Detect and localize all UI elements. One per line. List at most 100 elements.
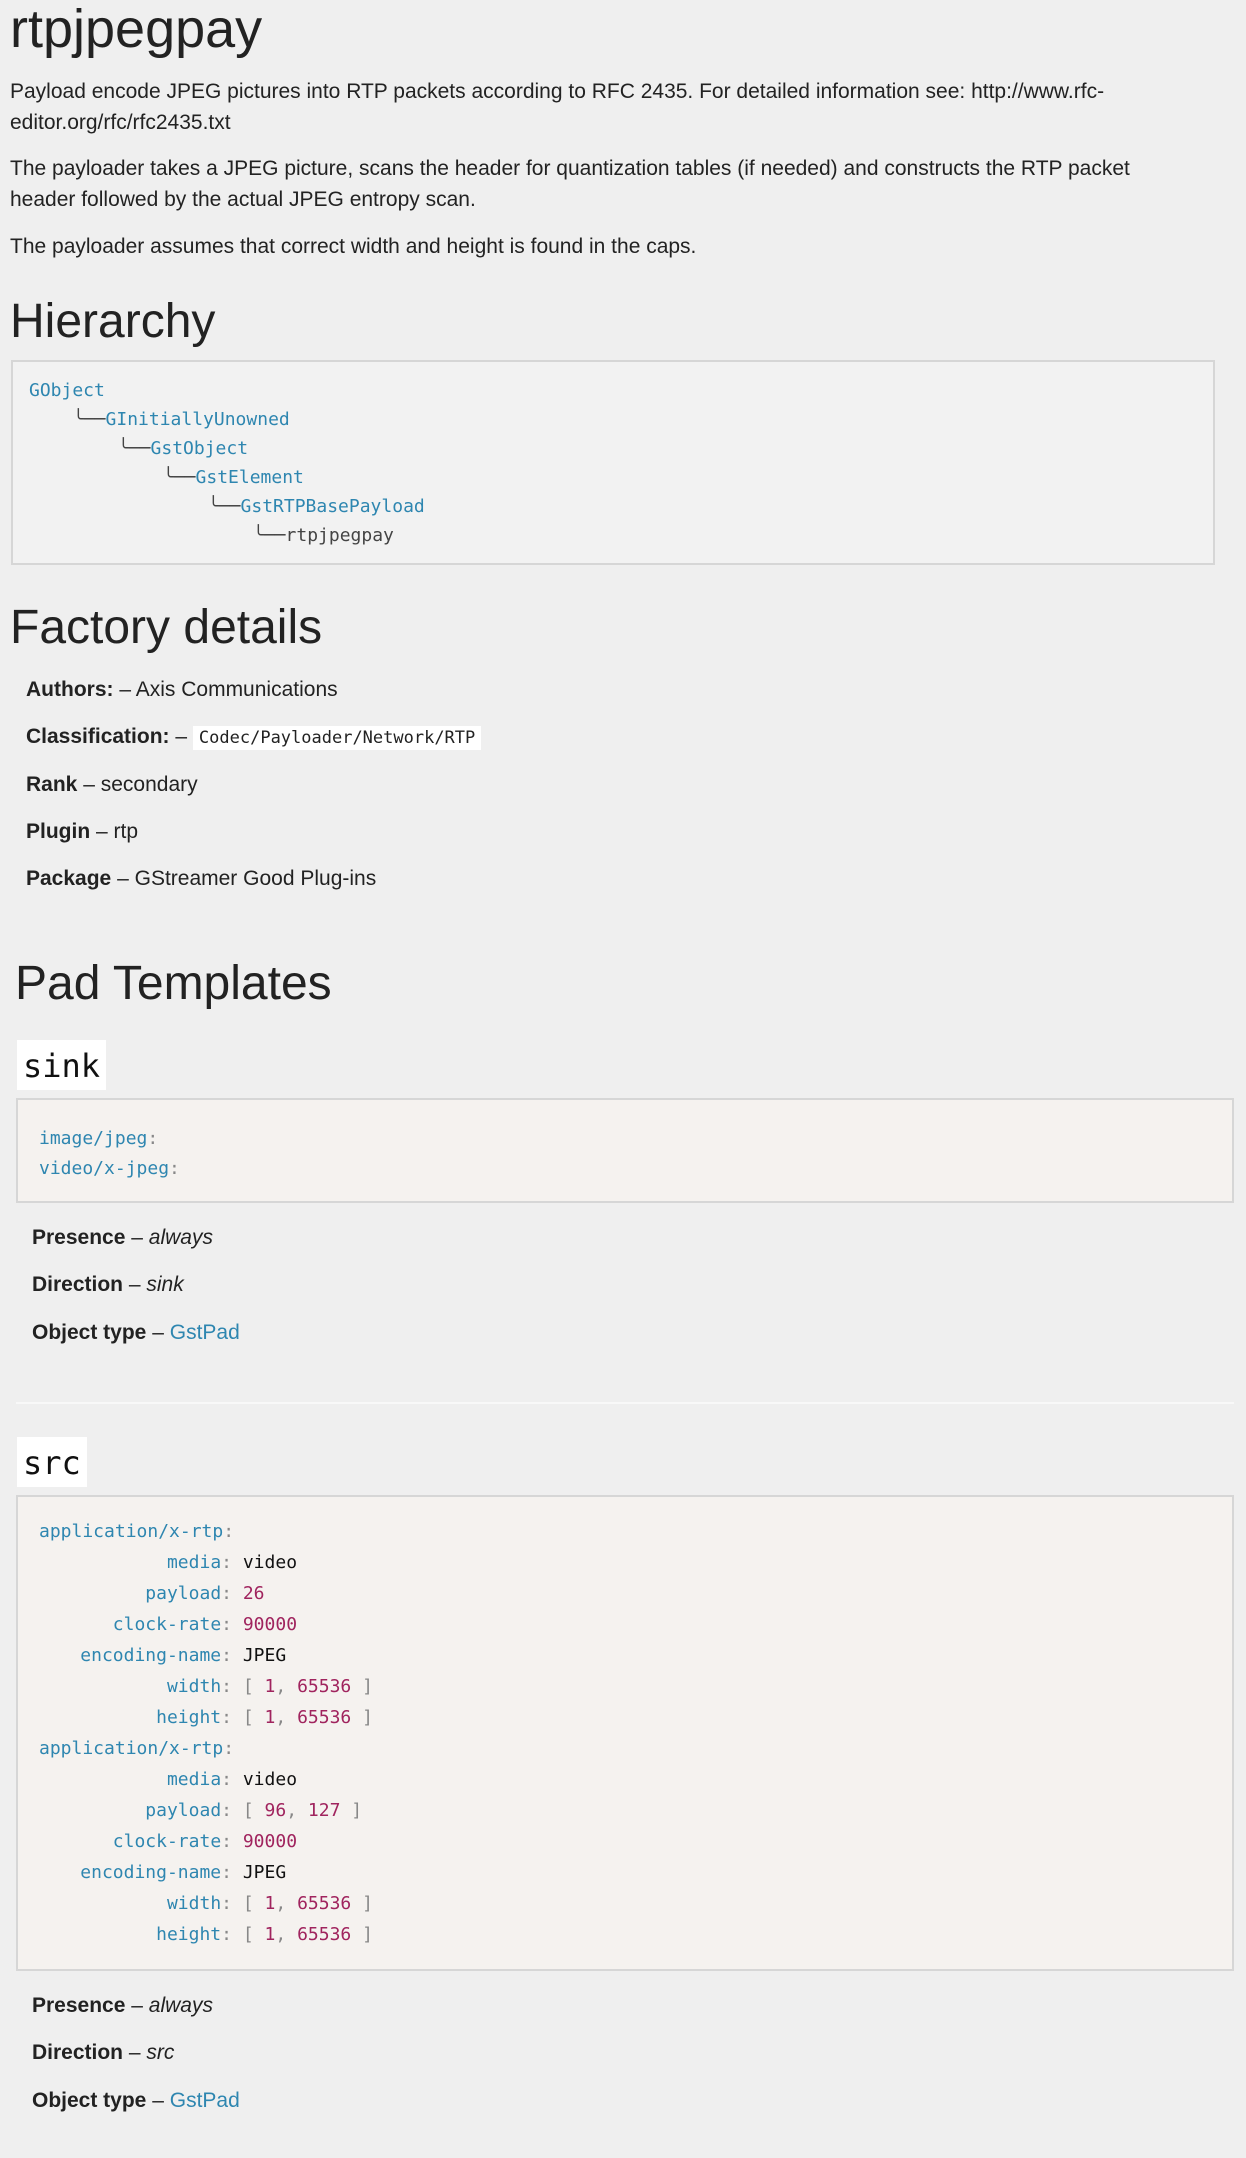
rank-label: Rank [26, 773, 78, 796]
hierarchy-current: rtpjpegpay [285, 525, 394, 546]
dash: – [83, 773, 95, 796]
cap-field-line: width: [ 1, 65536 ] [18, 1672, 373, 1702]
cap-field-key-wrap: payload: [18, 1579, 232, 1609]
cap-field-key: payload [145, 1583, 222, 1604]
bracket-open: [ [242, 1676, 265, 1697]
cap-field-line: media: video [18, 1765, 297, 1795]
cap-field-key: media [166, 1552, 222, 1573]
cap-type-line: application/x-rtp: [39, 1734, 234, 1764]
cap-field-value: 90000 [242, 1614, 298, 1635]
cap-field-value: video [242, 1552, 298, 1573]
bracket-close: ] [351, 1707, 373, 1728]
authors-row: Authors: – Axis Communications [26, 675, 338, 705]
bracket-open: [ [242, 1924, 265, 1945]
range-max: 65536 [297, 1893, 352, 1914]
cap-field-value: video [242, 1769, 298, 1790]
cap-field-key-wrap: clock-rate: [18, 1827, 232, 1857]
cap-field-key: encoding-name [80, 1862, 222, 1883]
hierarchy-link-gstelement[interactable]: GstElement [196, 467, 304, 488]
src-caps-box: application/x-rtp: media: video payload: 2… [16, 1495, 1234, 1971]
cap-field-line: payload: [ 96, 127 ] [18, 1796, 362, 1826]
gstpad-link[interactable]: GstPad [170, 2089, 240, 2112]
plugin-row: Plugin – rtp [26, 817, 138, 847]
comma: , [275, 1676, 298, 1697]
hierarchy-box: GObject ╰── GInitiallyUnowned ╰── GstObjec… [11, 360, 1215, 565]
range-min: 96 [264, 1800, 287, 1821]
direction-label: Direction [32, 2041, 124, 2064]
hierarchy-link-gstobject[interactable]: GstObject [151, 438, 249, 459]
presence-value: always [148, 1994, 213, 2017]
authors-label: Authors: [26, 678, 114, 701]
cap-field-line: payload: 26 [18, 1579, 264, 1609]
cap-type: application/x-rtp [39, 1521, 224, 1542]
colon: : [221, 1924, 232, 1945]
cap-field-line: height: [ 1, 65536 ] [18, 1703, 373, 1733]
direction-label: Direction [32, 1273, 124, 1296]
dash: – [152, 1321, 164, 1344]
hierarchy-link-gobject[interactable]: GObject [29, 380, 105, 401]
colon: : [221, 1831, 232, 1852]
cap-field-key: clock-rate [112, 1614, 222, 1635]
bracket-open: [ [242, 1707, 265, 1728]
cap-field-key: height [156, 1924, 222, 1945]
range-min: 1 [264, 1676, 276, 1697]
dash: – [152, 2089, 164, 2112]
cap-field-key-wrap: width: [18, 1672, 232, 1702]
hierarchy-link-gstrtpbasepayload[interactable]: GstRTPBasePayload [241, 496, 425, 517]
package-value: GStreamer Good Plug-ins [134, 867, 377, 890]
cap-field-key: payload [145, 1800, 222, 1821]
cap-field-line: clock-rate: 90000 [18, 1827, 297, 1857]
colon: : [223, 1738, 235, 1759]
sink-template-title: sink [17, 1040, 107, 1090]
cap-field-key-wrap: width: [18, 1889, 232, 1919]
range-max: 127 [307, 1800, 341, 1821]
bracket-close: ] [351, 1924, 373, 1945]
presence-label: Presence [32, 1226, 126, 1249]
gstpad-link[interactable]: GstPad [170, 1321, 240, 1344]
package-row: Package – GStreamer Good Plug-ins [26, 864, 376, 894]
tree-branch: ╰── [208, 496, 241, 517]
cap-field-key-wrap: media: [18, 1548, 232, 1578]
cap-field-key: width [166, 1893, 222, 1914]
cap-field-key-wrap: payload: [18, 1796, 232, 1826]
cap-field-key: width [166, 1676, 222, 1697]
hierarchy-heading: Hierarchy [10, 295, 216, 348]
cap-field-line: encoding-name: JPEG [18, 1858, 286, 1888]
cap-field-line: clock-rate: 90000 [18, 1610, 297, 1640]
dash: – [175, 725, 188, 748]
bracket-close: ] [351, 1893, 373, 1914]
cap-field-key-wrap: encoding-name: [18, 1641, 232, 1671]
object-type-label: Object type [32, 1321, 147, 1344]
tree-branch: ╰── [163, 467, 196, 488]
bracket-open: [ [242, 1893, 265, 1914]
presence-label: Presence [32, 1994, 126, 2017]
sink-presence-row: Presence – always [32, 1223, 213, 1253]
cap-field-key-wrap: encoding-name: [18, 1858, 232, 1888]
cap-field-value: JPEG [242, 1645, 287, 1666]
comma: , [286, 1800, 308, 1821]
cap-type-line: application/x-rtp: [39, 1517, 234, 1547]
colon: : [221, 1614, 232, 1635]
plugin-label: Plugin [26, 820, 91, 843]
dash: – [128, 1273, 141, 1296]
bracket-open: [ [242, 1800, 265, 1821]
cap-field-line: width: [ 1, 65536 ] [18, 1889, 373, 1919]
rank-row: Rank – secondary [26, 770, 198, 800]
cap-field-key-wrap: height: [18, 1703, 232, 1733]
classification-value: Codec/Payloader/Network/RTP [192, 726, 482, 750]
colon: : [221, 1862, 232, 1883]
colon: : [221, 1645, 232, 1666]
hierarchy-link-ginitiallyunowned[interactable]: GInitiallyUnowned [106, 409, 290, 430]
factory-heading: Factory details [10, 601, 323, 654]
dash: – [131, 1994, 143, 2017]
classification-row: Classification: – Codec/Payloader/Networ… [26, 722, 482, 753]
rank-value: secondary [100, 773, 198, 796]
cap-field-line: encoding-name: JPEG [18, 1641, 286, 1671]
classification-label: Classification: [26, 725, 170, 748]
cap-field-key-wrap: height: [18, 1920, 232, 1950]
section-divider [16, 1402, 1234, 1404]
dash: – [131, 1226, 143, 1249]
colon: : [221, 1676, 232, 1697]
colon: : [223, 1521, 235, 1542]
colon: : [147, 1128, 159, 1149]
